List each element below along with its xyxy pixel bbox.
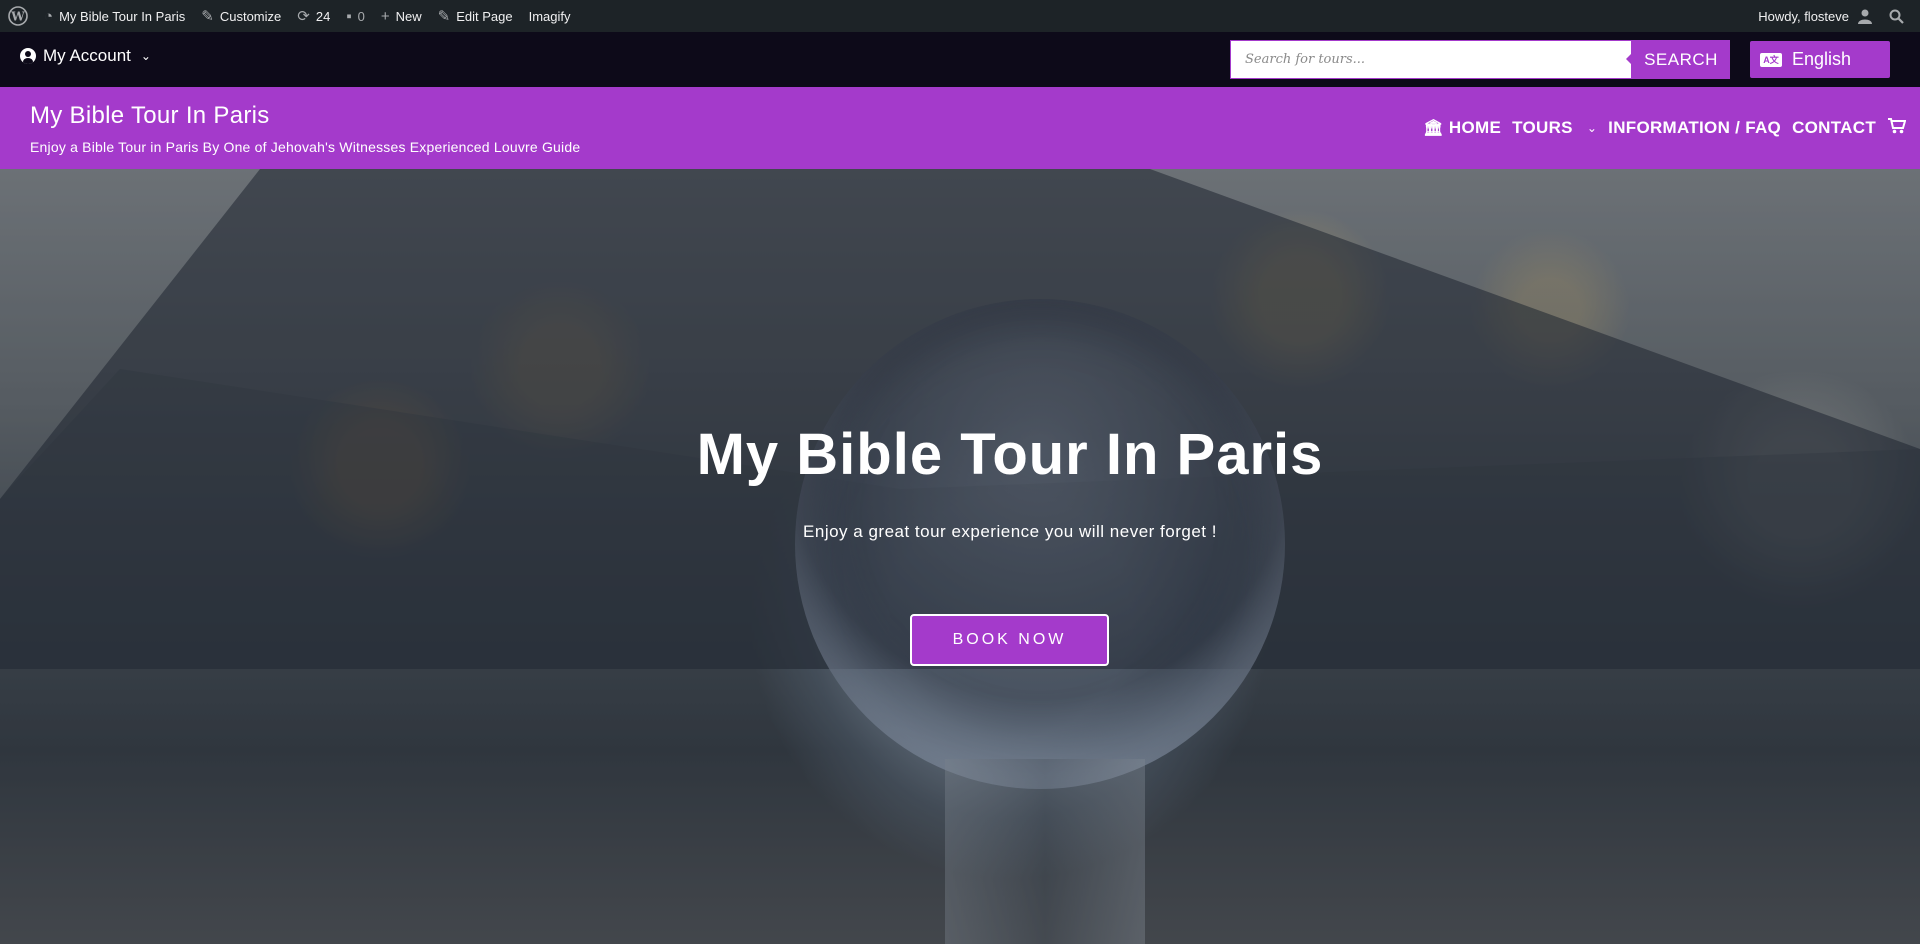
- admin-customize-label: Customize: [219, 8, 282, 24]
- admin-comments[interactable]: ▪ 0: [338, 0, 373, 32]
- my-account-menu[interactable]: My Account ⌄: [20, 46, 151, 66]
- comment-icon: ▪: [346, 7, 352, 25]
- admin-imagify[interactable]: Imagify: [521, 0, 579, 32]
- tour-search-form: SEARCH: [1230, 40, 1730, 79]
- utility-bar: My Account ⌄ SEARCH A文 English: [0, 32, 1920, 87]
- user-circle-icon: [20, 48, 36, 64]
- hero-overlay: [0, 169, 1920, 944]
- nav-contact-label: CONTACT: [1792, 118, 1876, 137]
- wordpress-logo-icon[interactable]: W: [0, 0, 36, 32]
- chevron-down-icon: ⌄: [140, 49, 151, 63]
- admin-search-icon[interactable]: [1881, 0, 1912, 32]
- admin-site-name[interactable]: ◔ My Bible Tour In Paris: [36, 0, 193, 32]
- main-nav: 🏛 HOME TOURS ⌄ INFORMATION / FAQ CONTACT: [1412, 87, 1907, 169]
- translate-icon: A文: [1760, 52, 1782, 67]
- pencil-icon: ✎: [437, 7, 451, 25]
- howdy-label: Howdy, flosteve: [1758, 8, 1849, 24]
- tour-search-input[interactable]: [1230, 40, 1632, 79]
- nav-tours-label: TOURS: [1512, 118, 1573, 137]
- nav-home-label: HOME: [1448, 118, 1502, 137]
- admin-new[interactable]: + New: [373, 0, 430, 32]
- nav-information-faq[interactable]: INFORMATION / FAQ: [1608, 118, 1781, 138]
- book-now-button[interactable]: BOOK NOW: [910, 614, 1109, 666]
- admin-edit-page[interactable]: ✎ Edit Page: [430, 0, 521, 32]
- updates-count: 24: [315, 8, 331, 24]
- admin-imagify-label: Imagify: [528, 8, 571, 24]
- nav-tours[interactable]: TOURS ⌄: [1512, 118, 1597, 138]
- museum-icon: 🏛: [1423, 120, 1444, 137]
- search-button[interactable]: SEARCH: [1626, 40, 1730, 79]
- admin-edit-page-label: Edit Page: [456, 8, 513, 24]
- nav-home[interactable]: 🏛 HOME: [1423, 118, 1501, 138]
- language-switcher[interactable]: A文 English: [1750, 41, 1890, 78]
- site-header: My Bible Tour In Paris Enjoy a Bible Tou…: [0, 87, 1920, 169]
- hero-subtitle: Enjoy a great tour experience you will n…: [803, 522, 1217, 541]
- plus-icon: +: [380, 7, 390, 25]
- hero-title: My Bible Tour In Paris: [696, 422, 1324, 487]
- site-tagline: Enjoy a Bible Tour in Paris By One of Je…: [30, 139, 581, 155]
- cart-icon[interactable]: [1888, 117, 1907, 139]
- chevron-down-icon: ⌄: [1586, 121, 1598, 135]
- brush-icon: ✎: [201, 7, 214, 25]
- site-title[interactable]: My Bible Tour In Paris: [30, 102, 270, 130]
- language-label: English: [1792, 49, 1852, 69]
- admin-updates[interactable]: ⟳ 24: [289, 0, 338, 32]
- my-account-label: My Account: [43, 46, 131, 65]
- comments-count: 0: [357, 8, 365, 24]
- admin-new-label: New: [395, 8, 422, 24]
- user-avatar-icon: [1857, 8, 1873, 24]
- dashboard-icon: ◔: [44, 7, 54, 25]
- admin-customize[interactable]: ✎ Customize: [193, 0, 289, 32]
- hero-section: My Bible Tour In Paris Enjoy a great tou…: [0, 169, 1920, 944]
- nav-contact[interactable]: CONTACT: [1792, 118, 1876, 138]
- admin-my-account[interactable]: Howdy, flosteve: [1750, 0, 1881, 32]
- admin-site-name-label: My Bible Tour In Paris: [59, 8, 186, 24]
- updates-icon: ⟳: [297, 7, 310, 25]
- svg-text:W: W: [10, 10, 25, 24]
- admin-bar: W ◔ My Bible Tour In Paris ✎ Customize ⟳…: [0, 0, 1920, 32]
- nav-info-label: INFORMATION / FAQ: [1608, 118, 1782, 137]
